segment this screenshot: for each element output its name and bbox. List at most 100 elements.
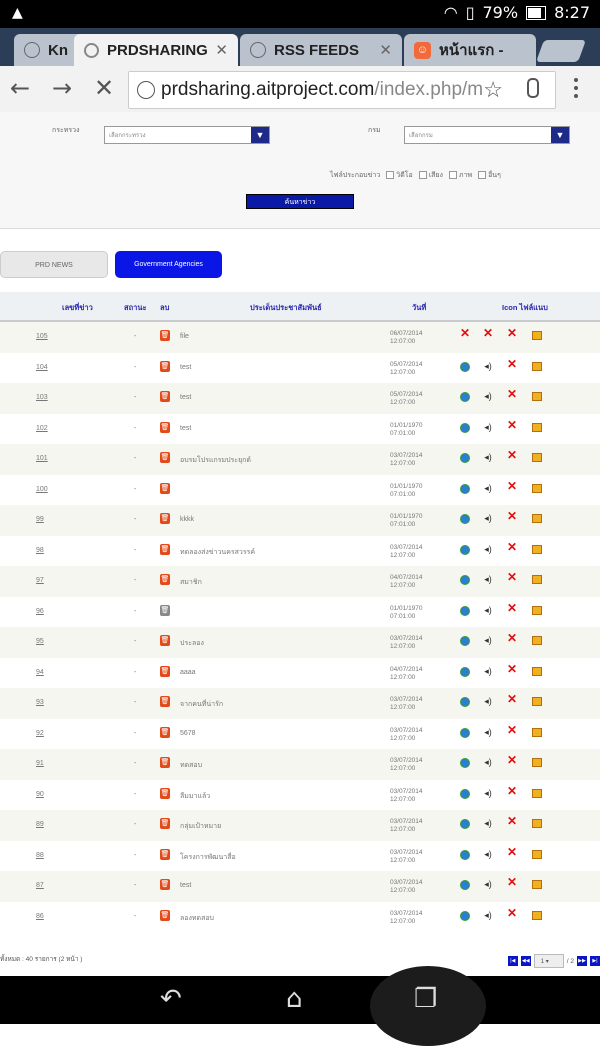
audio-icon[interactable]: ◂) [483,361,493,371]
news-id-link[interactable]: 87 [36,882,44,889]
document-icon[interactable] [532,727,542,737]
document-icon[interactable] [532,788,542,798]
trash-icon[interactable]: 🗑 [160,391,170,402]
web-link-icon[interactable] [460,697,470,707]
web-link-icon[interactable] [460,666,470,677]
trash-icon[interactable]: 🗑 [160,574,170,585]
trash-icon[interactable]: 🗑 [160,665,170,677]
audio-icon[interactable]: ◂) [483,513,493,523]
trash-icon[interactable]: 🗑 [160,604,170,616]
back-arrow-icon[interactable]: ← [10,74,30,102]
news-id-link[interactable]: 91 [36,760,44,767]
document-icon[interactable] [532,453,542,462]
document-icon[interactable] [532,636,542,645]
web-link-icon[interactable] [460,849,470,860]
department-select[interactable]: เลือกกรม ▼ [404,126,570,144]
document-icon[interactable] [532,666,542,676]
web-link-icon[interactable] [460,910,470,921]
option-image[interactable]: ภาพ [448,170,472,181]
tab-prd-news[interactable]: PRD NEWS [0,251,108,278]
news-id-link[interactable]: 92 [36,730,44,737]
audio-icon[interactable]: ◂) [483,849,493,859]
tab-home-th[interactable]: ☺ หน้าแรก - [404,34,536,66]
document-icon[interactable] [532,483,542,493]
option-audio[interactable]: เสียง [418,170,443,181]
tab-prdsharing[interactable]: PRDSHARING ✕ [74,34,238,66]
news-id-link[interactable]: 97 [36,577,44,584]
web-link-icon[interactable] [460,483,470,494]
document-icon[interactable] [532,605,542,615]
next-page-button[interactable]: ▶▶ [577,956,587,966]
web-link-icon[interactable] [460,544,470,555]
trash-icon[interactable]: 🗑 [160,513,170,524]
tab-government-agencies[interactable]: Government Agencies [115,251,222,278]
document-icon[interactable] [532,849,542,859]
recent-apps-icon[interactable]: ❐ [414,984,437,1014]
web-link-icon[interactable] [460,727,470,738]
news-id-link[interactable]: 103 [36,394,48,401]
news-id-link[interactable]: 88 [36,852,44,859]
news-id-link[interactable]: 101 [36,455,48,462]
audio-icon[interactable]: ◂) [483,727,493,737]
news-id-link[interactable]: 90 [36,791,44,798]
overflow-menu-icon[interactable] [574,78,578,102]
trash-icon[interactable]: 🗑 [160,848,170,860]
news-id-link[interactable]: 94 [36,669,44,676]
microphone-icon[interactable] [527,78,539,98]
web-link-icon[interactable] [460,422,470,433]
trash-icon[interactable]: 🗑 [160,726,170,738]
search-news-button[interactable]: ค้นหาข่าว [246,194,354,209]
web-link-icon[interactable] [460,758,470,768]
document-icon[interactable] [532,331,542,340]
web-link-icon[interactable] [460,514,470,524]
address-bar[interactable]: prdsharing.aitproject.com/index.php/m ☆ [128,71,556,109]
audio-icon[interactable]: ◂) [483,574,493,584]
checkbox[interactable] [478,171,487,180]
web-link-icon[interactable] [460,392,470,402]
prev-page-button[interactable]: ◀◀ [520,956,531,966]
trash-icon[interactable]: 🗑 [160,818,170,829]
news-id-link[interactable]: 95 [36,638,44,645]
option-video[interactable]: วิดีโอ [386,170,413,181]
audio-icon[interactable]: ◂) [483,696,493,706]
web-link-icon[interactable] [460,575,470,585]
document-icon[interactable] [532,514,542,523]
document-icon[interactable] [532,697,542,706]
document-icon[interactable] [532,910,542,920]
last-page-button[interactable]: ▶| [590,956,600,966]
web-link-icon[interactable] [460,636,470,646]
checkbox[interactable] [386,171,395,180]
web-link-icon[interactable] [460,880,470,890]
document-icon[interactable] [532,361,542,371]
web-link-icon[interactable] [460,788,470,799]
close-tab-icon[interactable]: ✕ [379,41,392,59]
trash-icon[interactable]: 🗑 [160,787,170,799]
document-icon[interactable] [532,758,542,767]
audio-icon[interactable]: ◂) [483,788,493,798]
audio-icon[interactable]: ◂) [483,635,493,645]
news-id-link[interactable]: 99 [36,516,44,523]
document-icon[interactable] [532,544,542,554]
checkbox[interactable] [448,171,457,180]
web-link-icon[interactable] [460,361,470,372]
news-id-link[interactable]: 105 [36,333,48,340]
trash-icon[interactable]: 🗑 [160,421,170,433]
back-nav-icon[interactable]: ↶ [160,984,182,1014]
audio-icon[interactable]: ◂) [483,391,493,401]
page-select[interactable]: 1 ▾ [533,954,564,968]
audio-icon[interactable]: ◂) [483,910,493,920]
audio-icon[interactable]: ◂) [483,483,493,493]
home-nav-icon[interactable]: ⌂ [286,984,303,1014]
forward-arrow-icon[interactable]: → [52,74,72,102]
web-link-icon[interactable] [460,453,470,463]
document-icon[interactable] [532,575,542,584]
news-id-link[interactable]: 104 [36,364,48,371]
new-tab-button[interactable] [535,40,587,62]
audio-icon[interactable]: ◂) [483,818,493,828]
trash-icon[interactable]: 🗑 [160,330,170,341]
trash-icon[interactable]: 🗑 [160,452,170,463]
checkbox[interactable] [418,171,427,180]
news-id-link[interactable]: 93 [36,699,44,706]
audio-icon[interactable]: ◂) [483,757,493,767]
audio-icon[interactable]: ◂) [483,544,493,554]
